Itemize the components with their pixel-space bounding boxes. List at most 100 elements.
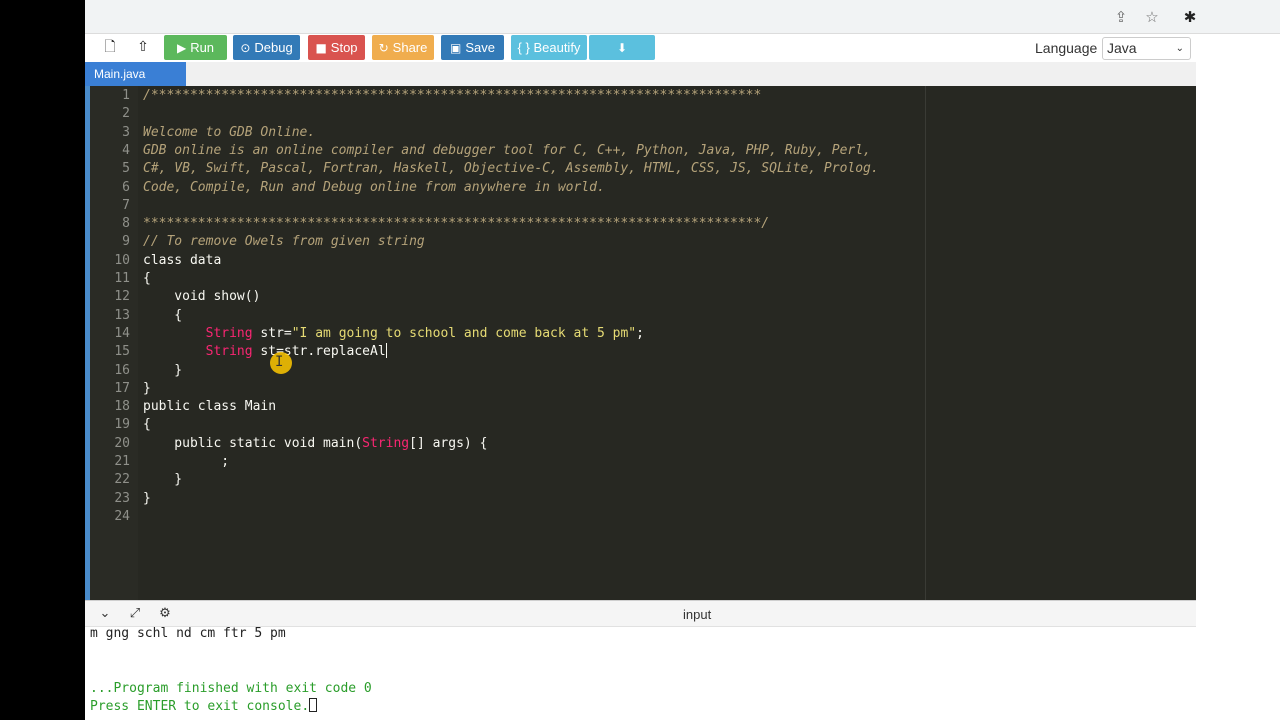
line-number: 9 bbox=[122, 234, 130, 250]
code-text: { bbox=[143, 417, 151, 433]
ide-toolbar: 🗋 ⇧ ▶ Run ⊙ Debug ■ Stop ↻ Share ▣ Save { } B… bbox=[85, 34, 1196, 62]
debug-icon: ⊙ bbox=[240, 41, 251, 55]
collapse-chevron-icon[interactable]: ⌄ bbox=[96, 606, 114, 622]
line-number: 12 bbox=[114, 289, 130, 305]
line-number: 15 bbox=[114, 344, 130, 360]
extensions-icon[interactable]: ✱ bbox=[1181, 8, 1199, 26]
code-text: /***************************************… bbox=[143, 88, 762, 103]
save-icon: ▣ bbox=[450, 41, 462, 55]
share-icon: ↻ bbox=[378, 41, 389, 55]
play-icon: ▶ bbox=[176, 41, 187, 55]
console-header: ⌄ ⤢ ⚙ input bbox=[85, 600, 1196, 627]
code-line: 23} bbox=[85, 490, 1196, 508]
line-number: 14 bbox=[114, 325, 130, 341]
video-frame-left bbox=[0, 0, 85, 720]
code-line: 21 ; bbox=[85, 453, 1196, 471]
code-text: { bbox=[143, 271, 151, 286]
code-line: 20 public static void main(String[] args… bbox=[85, 435, 1196, 453]
code-text: ****************************************… bbox=[143, 216, 770, 232]
code-line: 18 public class Main bbox=[85, 398, 1196, 416]
line-number: 22 bbox=[114, 472, 130, 488]
text-caret bbox=[385, 343, 387, 359]
line-number: 24 bbox=[114, 508, 130, 524]
line-number: 18 bbox=[114, 399, 130, 415]
code-line: 13 { bbox=[85, 307, 1196, 325]
code-line: 3 Welcome to GDB Online. bbox=[85, 124, 1196, 142]
line-number: 16 bbox=[114, 362, 130, 378]
code-text: public class Main bbox=[143, 399, 277, 415]
code-line: 8 ***************************************… bbox=[85, 215, 1196, 233]
code-text: Welcome to GDB Online. bbox=[143, 124, 316, 140]
text-cursor-icon: I bbox=[275, 354, 284, 370]
code-text: GDB online is an online compiler and deb… bbox=[143, 142, 871, 158]
stop-button[interactable]: ■ Stop bbox=[308, 35, 365, 60]
code-text: Code, Compile, Run and Debug online from… bbox=[143, 179, 605, 195]
share-button[interactable]: ↻ Share bbox=[372, 35, 434, 60]
code-text: } bbox=[143, 362, 183, 378]
line-number: 13 bbox=[114, 307, 130, 323]
code-line: 12 void show() bbox=[85, 288, 1196, 306]
debug-button[interactable]: ⊙ Debug bbox=[233, 35, 300, 60]
code-text: } bbox=[143, 490, 151, 506]
code-line: 22 } bbox=[85, 471, 1196, 489]
line-number: 8 bbox=[122, 216, 130, 232]
line-number: 7 bbox=[122, 197, 130, 213]
run-button[interactable]: ▶ Run bbox=[164, 35, 227, 60]
code-line: 11 { bbox=[85, 270, 1196, 288]
code-text: C#, VB, Swift, Pascal, Fortran, Haskell,… bbox=[143, 161, 879, 177]
download-icon: ⬇ bbox=[616, 41, 628, 55]
console-cursor bbox=[309, 698, 318, 712]
browser-toolbar: ⇪ ☆ ✱ bbox=[0, 0, 1280, 34]
console-output[interactable]: m gng schl nd cm ftr 5 pm ...Program fin… bbox=[85, 626, 1196, 720]
code-editor[interactable]: 1 /**************************************… bbox=[85, 86, 1196, 600]
expand-icon[interactable]: ⤢ bbox=[126, 606, 144, 622]
download-button[interactable]: ⬇ bbox=[589, 35, 655, 60]
code-line: 10 class data bbox=[85, 252, 1196, 270]
line-number: 10 bbox=[114, 252, 130, 268]
editor-left-edge bbox=[85, 86, 90, 600]
code-line: 6 Code, Compile, Run and Debug online fro… bbox=[85, 179, 1196, 197]
code-line: 14 String str="I am going to school and … bbox=[85, 325, 1196, 343]
code-text: public static void main(String[] args) { bbox=[143, 435, 488, 451]
input-tab-label[interactable]: input bbox=[683, 607, 711, 622]
line-number: 17 bbox=[114, 380, 130, 396]
stop-icon: ■ bbox=[315, 41, 327, 55]
upload-button[interactable]: ⇧ bbox=[129, 35, 157, 60]
code-line: 19 { bbox=[85, 416, 1196, 434]
line-number: 6 bbox=[122, 179, 130, 195]
code-text: } bbox=[143, 472, 183, 488]
code-text: String st=str.replaceAl bbox=[205, 343, 387, 360]
code-line: 9 // To remove Owels from given string bbox=[85, 233, 1196, 251]
code-text: ; bbox=[143, 454, 230, 469]
settings-icon[interactable]: ⚙ bbox=[156, 606, 174, 622]
line-number: 20 bbox=[114, 435, 130, 451]
line-number: 19 bbox=[114, 417, 130, 433]
bookmark-star-icon[interactable]: ☆ bbox=[1143, 8, 1161, 26]
console-press-enter-line: Press ENTER to exit console. bbox=[90, 698, 318, 716]
console-finished-line: ...Program finished with exit code 0 bbox=[90, 681, 372, 696]
beautify-button[interactable]: { } Beautify bbox=[511, 35, 587, 60]
line-number: 23 bbox=[114, 490, 130, 506]
tab-main-java[interactable]: Main.java bbox=[85, 62, 186, 86]
code-text: class data bbox=[143, 252, 222, 268]
line-number: 21 bbox=[114, 454, 130, 469]
save-button[interactable]: ▣ Save bbox=[441, 35, 504, 60]
language-label: Language bbox=[1035, 40, 1098, 56]
code-line: 15 String st=str.replaceAl bbox=[85, 343, 1196, 361]
code-text: // To remove Owels from given string bbox=[143, 234, 425, 250]
line-number: 2 bbox=[122, 106, 130, 122]
code-line: 1 /**************************************… bbox=[85, 87, 1196, 105]
code-line: 24 bbox=[85, 508, 1196, 526]
line-number: 3 bbox=[122, 124, 130, 140]
new-file-button[interactable]: 🗋 bbox=[96, 35, 124, 60]
share-page-icon[interactable]: ⇪ bbox=[1112, 8, 1130, 26]
code-text: { bbox=[143, 307, 183, 323]
chevron-down-icon: ⌄ bbox=[1175, 43, 1184, 54]
line-number: 4 bbox=[122, 142, 130, 158]
code-text: } bbox=[143, 380, 151, 396]
language-select[interactable]: Java ⌄ bbox=[1102, 37, 1191, 60]
console-output-line: m gng schl nd cm ftr 5 pm bbox=[90, 626, 286, 641]
line-number: 1 bbox=[122, 88, 130, 103]
code-line: 17} bbox=[85, 380, 1196, 398]
code-line: 16 } bbox=[85, 362, 1196, 380]
